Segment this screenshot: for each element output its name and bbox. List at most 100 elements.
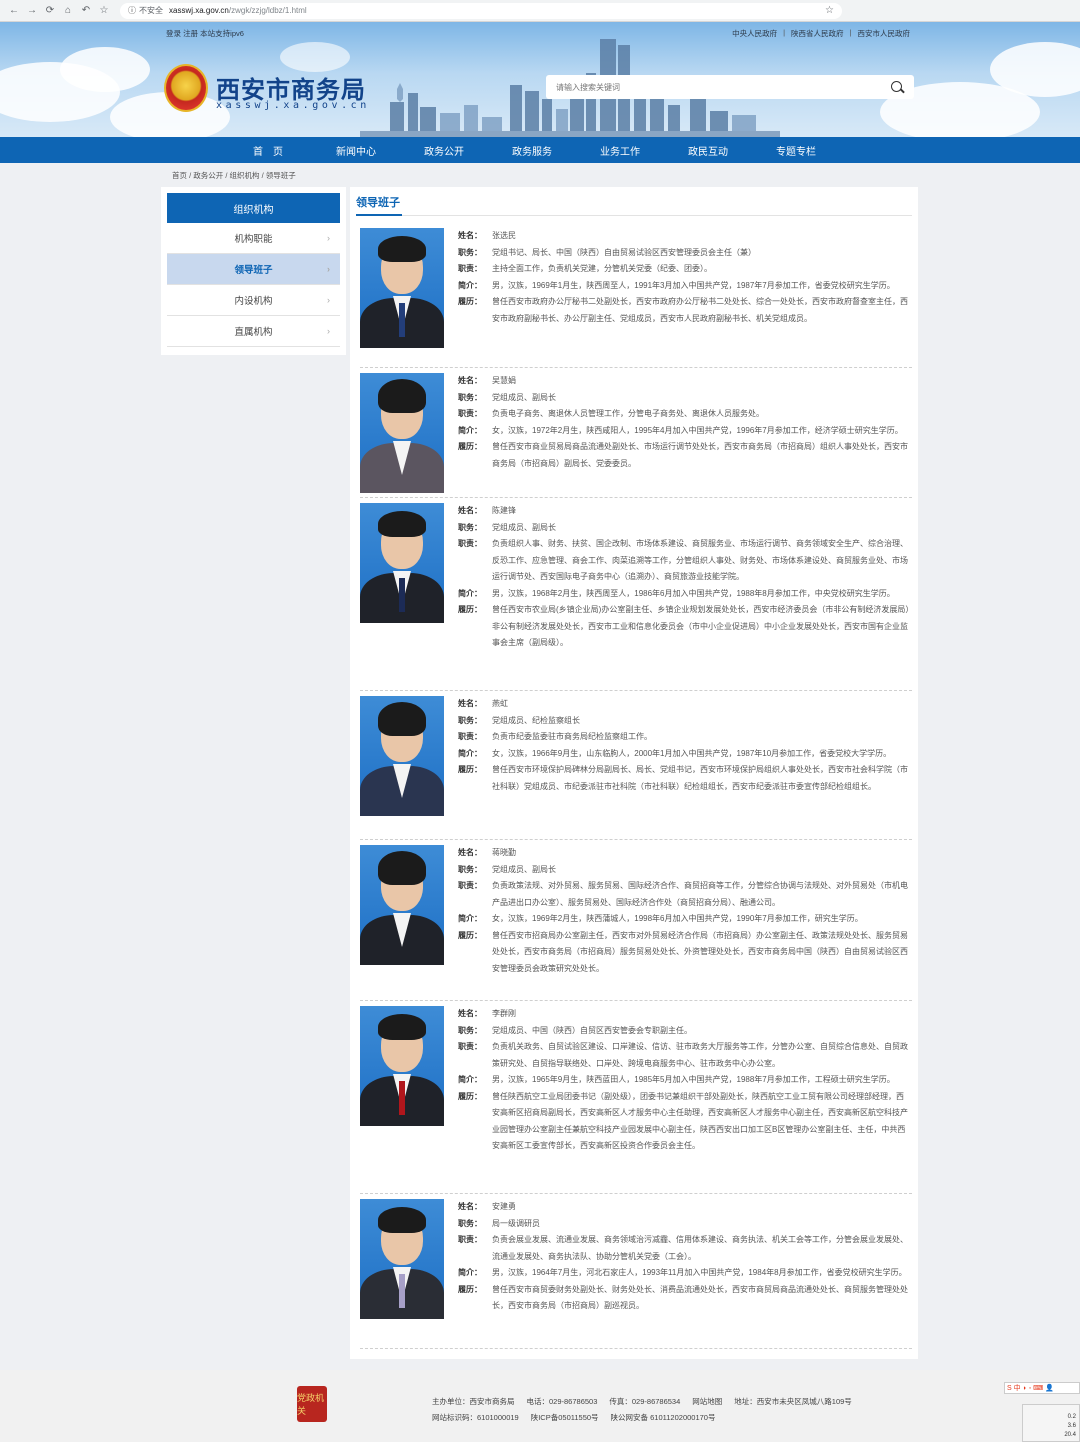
footer-record-line: 网站标识码：6101000019 陕ICP备05011550号 陕公网安备 61… — [432, 1412, 715, 1423]
party-gov-logo[interactable]: 党政机关 — [297, 1386, 327, 1422]
footer-sitemap-link[interactable]: 网站地图 — [692, 1396, 722, 1407]
leader-post: 党组成员、副局长 — [492, 392, 556, 402]
leader-duty: 负责电子商务、离退休人员管理工作，分管电子商务处、离退休人员服务处。 — [492, 409, 764, 418]
ime-toolbar[interactable]: S 中 ◗ ◦ ⌨ 👤 — [1004, 1382, 1080, 1394]
field-label: 职责： — [458, 539, 482, 548]
nav-item-home[interactable]: 首 页 — [224, 143, 312, 158]
system-widget: 0.2 3.6 20.4 — [1022, 1404, 1080, 1442]
field-label: 职责： — [458, 881, 482, 890]
nav-item-services[interactable]: 政务服务 — [488, 143, 576, 158]
leader-info: 姓名： 蒋晓勤 职务： 党组成员、副局长 职责： 负责政策法规、对外贸易、服务贸易、国际经… — [458, 845, 910, 977]
gov-link[interactable]: 西安市人民政府 — [858, 28, 911, 39]
breadcrumb[interactable]: 首页 / 政务公开 / 组织机构 / 领导班子 — [172, 170, 296, 181]
leader-resume: 曾任西安市农业局(乡镇企业局)办公室副主任、乡镇企业规划发展处处长，西安市经济委… — [492, 605, 910, 647]
leader-info: 姓名： 安建勇 职务： 局一级调研员 职责： 负责会展业发展、流通业发展、商务领域治污减霾… — [458, 1199, 910, 1315]
leader-post: 党组成员、中国（陕西）自贸区西安管委会专职副主任。 — [492, 1025, 692, 1035]
nav-item-business[interactable]: 业务工作 — [576, 143, 664, 158]
field-label: 职责： — [458, 732, 482, 741]
leader-info: 姓名： 燕虹 职务： 党组成员、纪检监察组长 职责： 负责市纪委监委驻市商务局纪检监察组工… — [458, 696, 910, 795]
sidebar-item-internal[interactable]: 内设机构 › — [167, 285, 340, 316]
login-links[interactable]: 登录 注册 本站支持ipv6 — [166, 28, 244, 39]
leader-name: 安建勇 — [492, 1202, 516, 1211]
national-emblem-icon — [164, 64, 208, 112]
footer-icp-link[interactable]: 陕ICP备05011550号 — [531, 1412, 599, 1423]
sidebar-item-label: 领导班子 — [234, 265, 273, 276]
leader-brief: 男，汉族，1965年9月生，陕西蓝田人，1985年5月加入中国共产党，1988年… — [492, 1075, 895, 1084]
leader-duty: 负责政策法规、对外贸易、服务贸易、国际经济合作、商贸招商等工作，分管综合协调与法… — [492, 881, 908, 907]
leader-card: 姓名： 吴慧娟 职务： 党组成员、副局长职责： 负责电子商务、离退休人员管理工作，分管电… — [360, 373, 912, 498]
leader-duty: 负责机关政务、自贸试验区建设、口岸建设、信访、驻市政务大厅服务等工作，分管办公室… — [492, 1042, 908, 1068]
leader-card: 姓名： 蒋晓勤 职务： 党组成员、副局长 职责： 负责政策法规、对外贸易、服务贸易、国际经… — [360, 845, 912, 1001]
widget-line: 3.6 — [1067, 1423, 1076, 1429]
leader-brief-row: 简介： 男，汉族，1964年7月生，河北石家庄人，1993年11月加入中国共产党，… — [458, 1265, 910, 1282]
leader-post-row: 职务： 党组成员、副局长 — [458, 390, 910, 407]
field-label: 姓名： — [458, 231, 482, 240]
leader-card: 姓名： 燕虹 职务： 党组成员、纪检监察组长 职责： 负责市纪委监委驻市商务局纪检监察组工… — [360, 696, 912, 840]
field-label: 履历： — [458, 1091, 482, 1101]
leader-photo — [360, 696, 444, 816]
address-bar[interactable]: ⓘ 不安全 xasswj.xa.gov.cn /zwgk/zzjg/ldbz/1… — [120, 2, 842, 19]
sidebar-item-functions[interactable]: 机构职能 › — [167, 223, 340, 254]
leader-brief: 女，汉族，1969年2月生，陕西蒲城人，1998年6月加入中国共产党，1990年… — [492, 914, 863, 923]
field-label: 履历： — [458, 442, 482, 451]
reload-icon[interactable]: ⟳ — [42, 3, 58, 19]
field-label: 姓名： — [458, 376, 482, 385]
field-label: 职责： — [458, 409, 482, 418]
leader-post-row: 职务： 党组书记、局长、中国（陕西）自由贸易试验区西安管理委员会主任（兼） — [458, 245, 910, 262]
leader-brief-row: 简介： 男，汉族，1965年9月生，陕西蓝田人，1985年5月加入中国共产党，19… — [458, 1072, 910, 1089]
page-title: 领导班子 — [356, 197, 400, 209]
leader-name: 李群刚 — [492, 1009, 516, 1018]
leader-post-row: 职务： 党组成员、副局长 — [458, 862, 910, 879]
nav-item-interaction[interactable]: 政民互动 — [664, 143, 752, 158]
forward-icon[interactable]: → — [24, 3, 40, 19]
leader-photo — [360, 1199, 444, 1319]
leader-name-row: 姓名： 张选民 — [458, 228, 910, 245]
bookmark-icon[interactable]: ☆ — [96, 3, 112, 19]
search-icon[interactable] — [890, 80, 904, 94]
nav-item-news[interactable]: 新闻中心 — [312, 143, 400, 158]
field-label: 姓名： — [458, 699, 482, 708]
leader-brief: 女，汉族，1966年9月生，山东临朐人，2000年1月加入中国共产党，1987年… — [492, 748, 892, 758]
leader-duty-row: 职责： 负责电子商务、离退休人员管理工作，分管电子商务处、离退休人员服务处。 — [458, 406, 910, 423]
field-label: 简介： — [458, 588, 482, 598]
field-label: 简介： — [458, 1075, 482, 1084]
leader-resume-row: 履历： 曾任西安市农业局(乡镇企业局)办公室副主任、乡镇企业规划发展处处长，西安市… — [458, 602, 910, 652]
field-label: 简介： — [458, 1268, 482, 1277]
leader-name-row: 姓名： 吴慧娟 — [458, 373, 910, 390]
leader-brief: 男，汉族，1964年7月生，河北石家庄人，1993年11月加入中国共产党，198… — [492, 1268, 907, 1277]
leader-name-row: 姓名： 李群刚 — [458, 1006, 910, 1023]
nav-item-topics[interactable]: 专题专栏 — [752, 143, 840, 158]
main-panel: 领导班子 姓名： 张选民职务： 党组书记、局长、中国（陕西）自由贸易试验区西安管理委… — [350, 187, 918, 1359]
field-label: 履历： — [458, 297, 482, 306]
leader-post: 党组书记、局长、中国（陕西）自由贸易试验区西安管理委员会主任（兼） — [492, 247, 756, 257]
gov-link[interactable]: 陕西省人民政府 — [791, 28, 844, 39]
undo-icon[interactable]: ↶ — [78, 3, 94, 19]
leader-brief: 女，汉族，1972年2月生，陕西咸阳人，1995年4月加入中国共产党，1996年… — [492, 425, 903, 435]
sidebar-item-leadership[interactable]: 领导班子 › — [167, 254, 340, 285]
leader-name: 蒋晓勤 — [492, 848, 516, 857]
nav-item-open-gov[interactable]: 政务公开 — [400, 143, 488, 158]
leader-name-row: 姓名： 陈建锋 — [458, 503, 910, 520]
leader-name-row: 姓名： 安建勇 — [458, 1199, 910, 1216]
footer-police-link[interactable]: 陕公网安备 61011202000170号 — [611, 1412, 716, 1423]
leader-card: 姓名： 安建勇 职务： 局一级调研员 职责： 负责会展业发展、流通业发展、商务领域治污减霾… — [360, 1199, 912, 1349]
leader-post: 局一级调研员 — [492, 1218, 540, 1228]
back-icon[interactable]: ← — [6, 3, 22, 19]
field-label: 职务： — [458, 247, 482, 257]
leader-post: 党组成员、纪检监察组长 — [492, 715, 580, 725]
search-input[interactable] — [556, 82, 890, 92]
field-label: 履历： — [458, 1284, 482, 1294]
footer-address: 地址：西安市未央区凤城八路109号 — [734, 1397, 852, 1406]
field-label: 姓名： — [458, 1202, 482, 1211]
info-icon[interactable]: ⓘ — [128, 5, 136, 16]
leader-duty-row: 职责： 负责组织人事、财务、扶贫、国企改制、市场体系建设、商贸服务业、市场运行调节… — [458, 536, 910, 586]
title-divider — [356, 215, 912, 216]
leader-duty: 负责组织人事、财务、扶贫、国企改制、市场体系建设、商贸服务业、市场运行调节、商务… — [492, 539, 908, 581]
star-icon[interactable]: ☆ — [825, 5, 834, 16]
field-label: 职务： — [458, 522, 482, 532]
home-icon[interactable]: ⌂ — [60, 3, 76, 19]
field-label: 职务： — [458, 1025, 482, 1035]
footer-phone: 电话：029-86786503 — [526, 1397, 598, 1406]
leader-resume: 曾任西安市环境保护局碑林分局副局长、局长、党组书记，西安市环境保护局组织人事处处… — [492, 765, 908, 791]
sidebar-item-affiliated[interactable]: 直属机构 › — [167, 316, 340, 347]
